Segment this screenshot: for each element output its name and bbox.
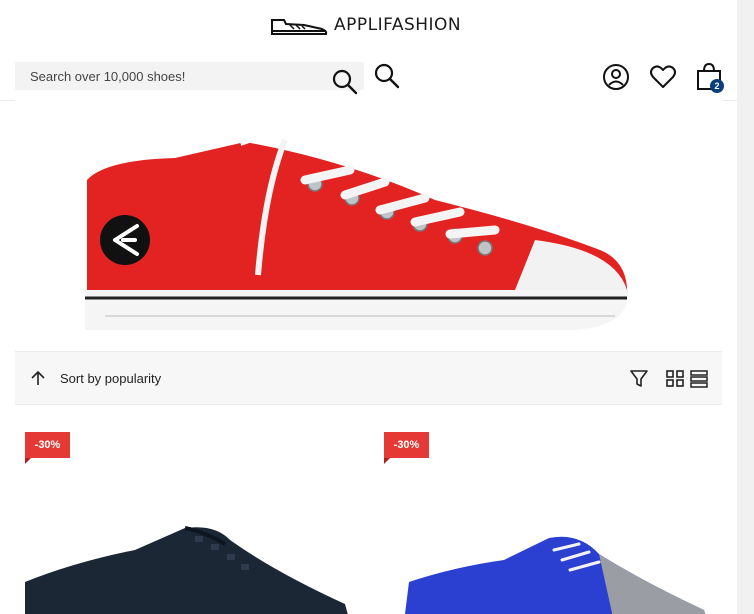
logo-shoe-icon xyxy=(271,19,328,35)
cart-count-badge: 2 xyxy=(710,79,724,93)
search-input[interactable] xyxy=(15,62,330,90)
logo[interactable]: APPLIFASHION xyxy=(270,14,461,36)
product-image xyxy=(405,536,706,614)
wishlist-button[interactable] xyxy=(648,62,678,92)
search-toggle-button[interactable] xyxy=(372,62,402,92)
grid-view-button[interactable] xyxy=(664,367,686,389)
search-bar xyxy=(15,62,364,95)
wishlist-icon xyxy=(650,65,676,88)
account-icon xyxy=(603,64,629,90)
product-image xyxy=(25,526,348,614)
account-button[interactable] xyxy=(601,62,631,92)
search-button[interactable] xyxy=(331,68,359,96)
sort-up-arrow-icon xyxy=(31,370,45,385)
scrollbar[interactable] xyxy=(737,0,754,614)
brand-name: APPLIFASHION xyxy=(334,15,462,35)
list-view-button[interactable] xyxy=(688,367,710,389)
filter-button[interactable] xyxy=(628,367,650,389)
product-card[interactable]: -30% xyxy=(15,432,355,614)
header: APPLIFASHION Search over 10,000 shoes! 2 xyxy=(0,0,737,101)
hero-banner xyxy=(15,100,722,330)
listing-toolbar: Sort by popularity xyxy=(15,351,722,405)
product-card[interactable]: -30% xyxy=(374,432,714,614)
scrollbar-thumb[interactable] xyxy=(740,0,751,200)
search-icon xyxy=(374,63,400,89)
search-icon xyxy=(332,69,358,95)
hero-sneaker-image xyxy=(85,125,628,330)
list-view-icon xyxy=(690,370,708,388)
page: APPLIFASHION Search over 10,000 shoes! 2… xyxy=(0,0,737,614)
grid-view-icon xyxy=(666,370,684,387)
sort-label: Sort by popularity xyxy=(60,370,162,386)
sort-dropdown[interactable]: Sort by popularity xyxy=(30,352,161,404)
filter-icon xyxy=(630,370,648,387)
